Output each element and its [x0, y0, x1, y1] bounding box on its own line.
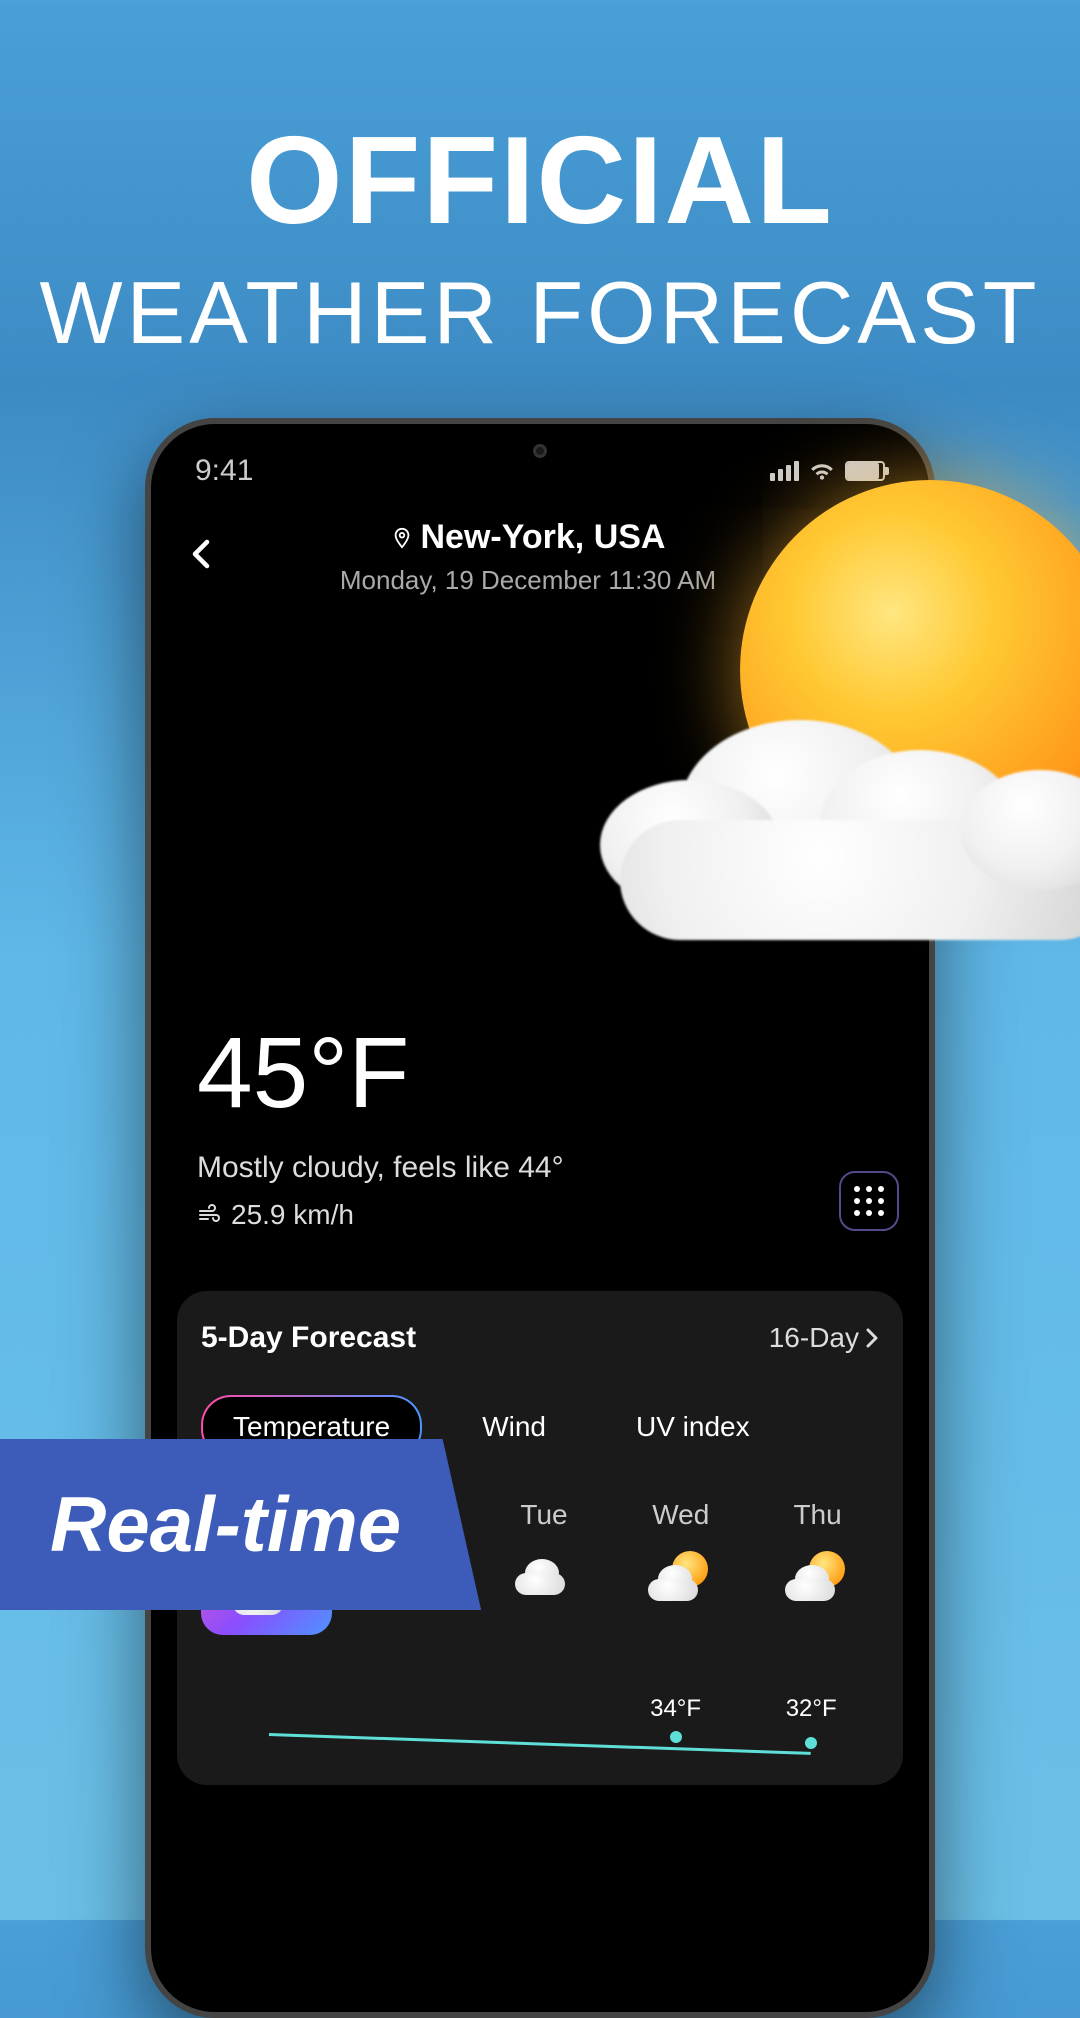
extended-forecast-label: 16-Day — [769, 1322, 859, 1354]
day-label: Tue — [483, 1499, 606, 1531]
current-condition: Mostly cloudy, feels like 44° — [197, 1151, 883, 1185]
temperature-chart: 34°F 32°F — [201, 1695, 879, 1755]
extended-forecast-link[interactable]: 16-Day — [769, 1322, 879, 1354]
realtime-badge-label: Real-time — [50, 1480, 401, 1568]
battery-icon — [845, 461, 885, 481]
grid-menu-button[interactable] — [839, 1171, 899, 1231]
day-thu[interactable]: Thu — [756, 1499, 879, 1635]
realtime-badge: Real-time — [0, 1439, 481, 1610]
chevron-right-icon — [865, 1328, 879, 1348]
tab-wind[interactable]: Wind — [452, 1397, 576, 1457]
promo-heading: OFFICIAL WEATHER FORECAST — [0, 0, 1080, 364]
partly-cloudy-icon — [646, 1551, 716, 1601]
back-button[interactable] — [181, 526, 221, 588]
promo-line-2: WEATHER FORECAST — [0, 262, 1080, 364]
day-wed[interactable]: Wed — [619, 1499, 742, 1635]
tab-uv-index[interactable]: UV index — [606, 1397, 780, 1457]
temp-high: 32°F — [786, 1695, 837, 1722]
day-label: Wed — [619, 1499, 742, 1531]
promo-line-1: OFFICIAL — [0, 110, 1080, 252]
wind-speed: 25.9 km/h — [231, 1199, 354, 1231]
cloudy-icon — [509, 1551, 579, 1601]
forecast-title: 5-Day Forecast — [201, 1321, 416, 1355]
location-pin-icon — [391, 527, 413, 549]
front-camera-icon — [533, 444, 547, 458]
day-tue[interactable]: Tue — [483, 1499, 606, 1635]
current-temperature: 45°F — [197, 1016, 883, 1131]
cellular-signal-icon — [770, 461, 799, 481]
status-time: 9:41 — [195, 454, 253, 488]
sun-cloud-graphic — [620, 480, 1080, 940]
wind-icon — [197, 1203, 221, 1227]
temp-high: 34°F — [650, 1695, 701, 1722]
current-weather-block: 45°F Mostly cloudy, feels like 44° 25.9 … — [177, 1016, 903, 1231]
day-label: Thu — [756, 1499, 879, 1531]
partly-cloudy-icon — [783, 1551, 853, 1601]
